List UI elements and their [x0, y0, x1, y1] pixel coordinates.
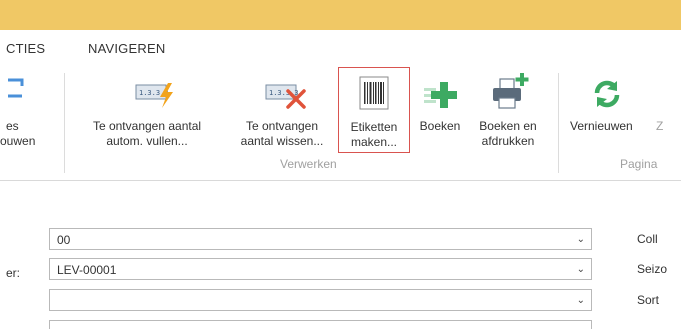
- clear-qty-button[interactable]: 1.3.3.3 Te ontvangen aantal wissen...: [230, 63, 334, 163]
- select-field-1-value: 00: [57, 233, 71, 247]
- create-labels-button[interactable]: Etiketten maken...: [338, 67, 410, 153]
- field-label-coll: Coll: [637, 232, 658, 246]
- plus-icon: [424, 82, 457, 108]
- tab-acties[interactable]: CTIES: [6, 41, 45, 56]
- printer-plus-icon: [493, 73, 529, 109]
- fill-qty-button[interactable]: 1.3.3.3 Te ontvangen aantal autom. vulle…: [68, 63, 226, 163]
- arrow-icon: [8, 78, 24, 98]
- field-label-seizoen: Seizo: [637, 262, 668, 276]
- field-label-sort: Sort: [637, 293, 660, 307]
- post-label: Boeken: [419, 119, 461, 133]
- tab-navigeren[interactable]: NAVIGEREN: [88, 41, 165, 56]
- partial-next-button-label[interactable]: Z: [656, 119, 663, 133]
- ribbon-separator: [558, 73, 559, 173]
- select-field-supplier-value: LEV-00001: [57, 263, 117, 277]
- select-field-4[interactable]: [49, 320, 592, 329]
- fill-qty-label-2: autom. vullen...: [106, 134, 188, 148]
- ribbon: es ouwen 1.3.3.3 Te ontvangen aantal aut…: [0, 63, 681, 181]
- select-field-3[interactable]: ⌄: [49, 289, 592, 311]
- select-field-supplier[interactable]: LEV-00001 ⌄: [49, 258, 592, 280]
- partial-label-2: ouwen: [0, 134, 36, 148]
- x-icon: 1.3.3.3: [265, 84, 306, 109]
- select-field-1[interactable]: 00 ⌄: [49, 228, 592, 250]
- ribbon-separator: [64, 73, 65, 173]
- chevron-down-icon: ⌄: [576, 264, 585, 275]
- group-label-pagina: Pagina: [620, 157, 658, 171]
- post-print-label-1: Boeken en: [479, 119, 537, 133]
- partial-label-1: es: [6, 119, 19, 133]
- create-labels-label-2: maken...: [350, 135, 398, 149]
- title-bar: [0, 0, 681, 30]
- chevron-down-icon: ⌄: [576, 234, 585, 245]
- ribbon-button-partial[interactable]: es ouwen: [0, 63, 60, 163]
- clear-qty-label-2: aantal wissen...: [240, 134, 324, 148]
- refresh-label: Vernieuwen: [570, 119, 633, 133]
- field-label-leverancier: er:: [6, 266, 21, 280]
- barcode-icon: [359, 76, 389, 110]
- post-print-label-2: afdrukken: [481, 134, 535, 148]
- post-and-print-button[interactable]: Boeken en afdrukken: [470, 63, 546, 163]
- refresh-button[interactable]: Vernieuwen: [564, 63, 650, 163]
- fill-qty-label-1: Te ontvangen aantal: [92, 119, 202, 133]
- ribbon-tab-bar: CTIES NAVIGEREN: [0, 30, 681, 64]
- group-label-verwerken: Verwerken: [280, 157, 337, 171]
- post-button[interactable]: Boeken: [412, 63, 468, 163]
- lightning-icon: 1.3.3.3: [135, 83, 173, 108]
- chevron-down-icon: ⌄: [576, 295, 585, 306]
- clear-qty-label-1: Te ontvangen: [245, 119, 319, 133]
- refresh-icon: [594, 80, 620, 108]
- create-labels-label-1: Etiketten: [350, 120, 398, 134]
